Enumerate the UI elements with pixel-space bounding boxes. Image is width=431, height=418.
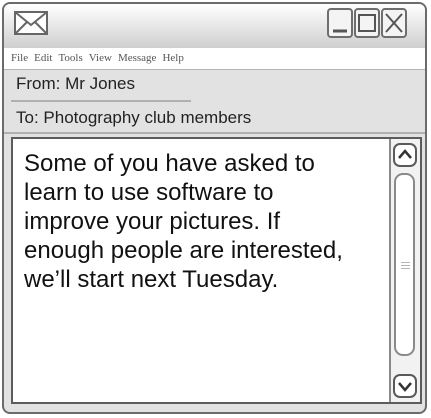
message-line: learn to use software to: [24, 179, 274, 206]
email-window: File Edit Tools View Message Help From: Mr Jo…: [2, 2, 427, 414]
title-bar: [4, 4, 425, 49]
message-line: improve your pictures. If: [24, 208, 281, 235]
chevron-up-icon: [398, 149, 412, 159]
thumb-grip: [401, 265, 410, 266]
scroll-thumb[interactable]: [394, 173, 415, 356]
to-field: To: Photography club members: [16, 108, 252, 127]
close-button[interactable]: [381, 8, 407, 38]
menu-file[interactable]: File: [11, 48, 28, 69]
maximize-icon: [358, 14, 376, 32]
menu-view[interactable]: View: [89, 48, 112, 69]
menu-edit[interactable]: Edit: [34, 48, 52, 69]
from-field: From: Mr Jones: [16, 74, 136, 93]
chevron-down-icon: [398, 382, 412, 392]
scroll-up-button[interactable]: [393, 143, 417, 167]
close-icon: [385, 13, 403, 33]
menu-bar: File Edit Tools View Message Help: [4, 48, 425, 70]
menu-tools[interactable]: Tools: [58, 48, 82, 69]
thumb-grip: [401, 268, 410, 269]
minimize-button[interactable]: [327, 8, 353, 38]
message-text: Some of you have asked to learn to use s…: [24, 149, 396, 294]
envelope-icon: [14, 11, 48, 35]
menu-help[interactable]: Help: [162, 48, 183, 69]
message-body[interactable]: Some of you have asked to learn to use s…: [11, 137, 422, 404]
message-line: we’ll start next Tuesday.: [24, 266, 279, 293]
message-line: enough people are interested,: [24, 237, 343, 264]
header-divider: [4, 132, 425, 134]
maximize-button[interactable]: [354, 8, 380, 38]
thumb-grip: [401, 262, 410, 263]
from-divider: [11, 100, 191, 102]
minimize-icon: [333, 29, 347, 33]
scroll-down-button[interactable]: [393, 374, 417, 398]
vertical-scrollbar[interactable]: [389, 139, 420, 402]
message-line: Some of you have asked to: [24, 150, 315, 177]
menu-message[interactable]: Message: [118, 48, 157, 69]
